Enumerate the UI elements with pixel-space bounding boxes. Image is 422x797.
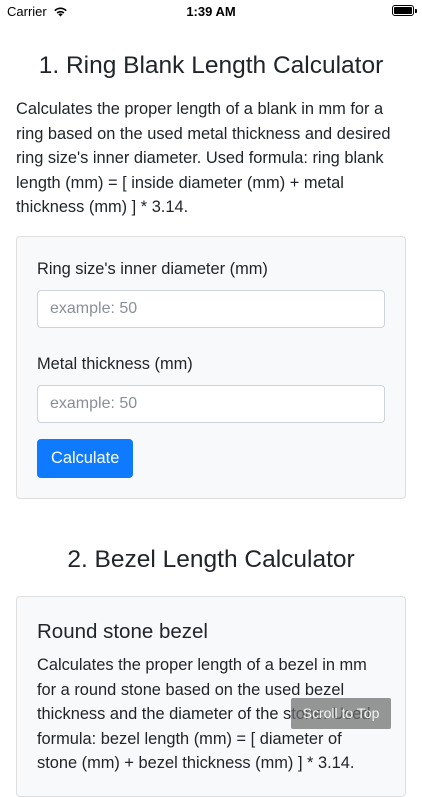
status-time: 1:39 AM — [186, 4, 236, 19]
metal-thickness-label: Metal thickness (mm) — [37, 354, 193, 373]
inner-diameter-input[interactable] — [37, 289, 385, 328]
inner-diameter-group: Ring size's inner diameter (mm) — [37, 257, 385, 328]
page-content: 1. Ring Blank Length Calculator Calculat… — [16, 24, 406, 797]
bezel-length-title: 2. Bezel Length Calculator — [67, 545, 355, 573]
status-bar: Carrier 1:39 AM — [0, 0, 422, 24]
ring-blank-description: Calculates the proper length of a blank … — [16, 100, 391, 217]
ring-blank-title: 1. Ring Blank Length Calculator — [38, 52, 384, 79]
scroll-to-top-button[interactable]: Scroll to Top — [291, 698, 391, 729]
ring-blank-form-card: Ring size's inner diameter (mm) Metal th… — [16, 235, 406, 499]
metal-thickness-group: Metal thickness (mm) — [37, 352, 385, 423]
battery-icon — [392, 5, 417, 16]
metal-thickness-input[interactable] — [37, 384, 385, 423]
round-stone-bezel-card: Round stone bezel Calculates the proper … — [16, 595, 406, 797]
calculate-button[interactable]: Calculate — [37, 438, 134, 478]
round-stone-bezel-heading: Round stone bezel — [37, 619, 208, 643]
inner-diameter-label: Ring size's inner diameter (mm) — [37, 259, 268, 278]
